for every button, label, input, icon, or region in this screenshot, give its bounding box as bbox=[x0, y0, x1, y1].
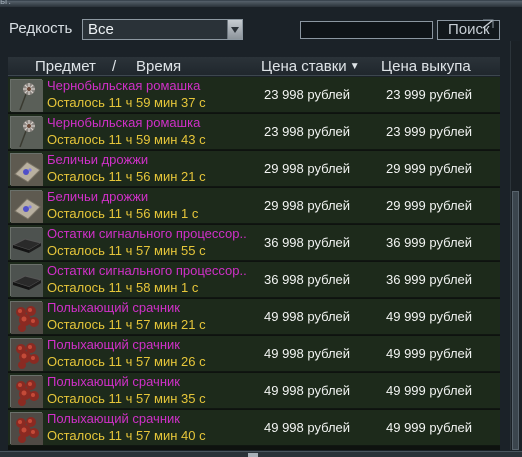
bid-price: 49 998 рублей bbox=[264, 346, 351, 361]
time-remaining: Осталось 11 ч 57 мин 40 с bbox=[47, 428, 206, 443]
resize-grip[interactable] bbox=[248, 453, 258, 457]
item-name[interactable]: Беличьи дрожжи bbox=[47, 152, 148, 167]
item-name[interactable]: Остатки сигнального процессор.. bbox=[47, 263, 247, 278]
buyout-price: 36 999 рублей bbox=[386, 235, 473, 250]
rarity-selected-value: Все bbox=[88, 21, 114, 38]
buyout-price: 23 999 рублей bbox=[386, 87, 473, 102]
item-name[interactable]: Полыхающий срачник bbox=[47, 411, 180, 426]
bid-price: 49 998 рублей bbox=[264, 420, 351, 435]
item-name[interactable]: Беличьи дрожжи bbox=[47, 189, 148, 204]
buyout-price: 49 999 рублей bbox=[386, 383, 473, 398]
close-icon[interactable] bbox=[482, 19, 494, 29]
chamomile-icon bbox=[10, 116, 43, 149]
sort-desc-icon: ▼ bbox=[349, 61, 360, 72]
processor-icon bbox=[10, 227, 43, 260]
bid-price: 29 998 рублей bbox=[264, 198, 351, 213]
item-name[interactable]: Остатки сигнального процессор.. bbox=[47, 226, 247, 241]
bottom-bar bbox=[0, 451, 522, 457]
bramble-icon bbox=[10, 412, 43, 445]
item-name[interactable]: Полыхающий срачник bbox=[47, 300, 180, 315]
bramble-icon bbox=[10, 375, 43, 408]
scrollbar-thumb[interactable] bbox=[512, 191, 519, 450]
column-bid-header[interactable]: Цена ставки ▼ bbox=[261, 58, 360, 75]
buyout-price: 36 999 рублей bbox=[386, 272, 473, 287]
lot-row[interactable]: Остатки сигнального процессор.. Осталось … bbox=[8, 225, 500, 261]
time-remaining: Осталось 11 ч 57 мин 26 с bbox=[47, 354, 206, 369]
time-remaining: Осталось 11 ч 57 мин 21 с bbox=[47, 317, 206, 332]
time-remaining: Осталось 11 ч 56 мин 1 с bbox=[47, 206, 199, 221]
buyout-price: 29 999 рублей bbox=[386, 198, 473, 213]
lot-row[interactable]: Чернобыльская ромашка Осталось 11 ч 59 ми… bbox=[8, 114, 500, 150]
filter-bar: Редкость Все Поиск bbox=[0, 15, 522, 43]
column-item-header[interactable]: Предмет bbox=[35, 58, 96, 75]
lot-row[interactable]: Чернобыльская ромашка Осталось 11 ч 59 ми… bbox=[8, 77, 500, 113]
lot-list: Чернобыльская ромашка Осталось 11 ч 59 ми… bbox=[8, 77, 500, 450]
scrollbar[interactable] bbox=[510, 41, 520, 450]
time-remaining: Осталось 11 ч 57 мин 55 с bbox=[47, 243, 206, 258]
buyout-price: 29 999 рублей bbox=[386, 161, 473, 176]
item-name[interactable]: Чернобыльская ромашка bbox=[47, 115, 200, 130]
auction-window: ы. Редкость Все Поиск Предмет / Время Це… bbox=[0, 0, 522, 457]
bid-price: 36 998 рублей bbox=[264, 272, 351, 287]
chevron-down-icon[interactable] bbox=[227, 20, 242, 39]
window-title: ы. bbox=[0, 0, 12, 7]
time-remaining: Осталось 11 ч 58 мин 1 с bbox=[47, 280, 199, 295]
lot-row[interactable]: Остатки сигнального процессор.. Осталось … bbox=[8, 262, 500, 298]
rarity-dropdown[interactable]: Все bbox=[82, 19, 243, 40]
buyout-price: 49 999 рублей bbox=[386, 309, 473, 324]
item-name[interactable]: Чернобыльская ромашка bbox=[47, 78, 200, 93]
bid-price: 23 998 рублей bbox=[264, 124, 351, 139]
buyout-price: 49 999 рублей bbox=[386, 420, 473, 435]
bid-price: 36 998 рублей bbox=[264, 235, 351, 250]
bramble-icon bbox=[10, 301, 43, 334]
bid-price: 49 998 рублей bbox=[264, 309, 351, 324]
rarity-label: Редкость bbox=[9, 20, 73, 37]
time-remaining: Осталось 11 ч 59 мин 37 с bbox=[47, 95, 206, 110]
yeast-icon bbox=[10, 190, 43, 223]
column-time-header[interactable]: Время bbox=[136, 58, 181, 75]
search-input[interactable] bbox=[300, 21, 433, 39]
lot-row[interactable]: Полыхающий срачник Осталось 11 ч 57 мин 2… bbox=[8, 336, 500, 372]
processor-icon bbox=[10, 264, 43, 297]
yeast-icon bbox=[10, 153, 43, 186]
time-remaining: Осталось 11 ч 56 мин 21 с bbox=[47, 169, 206, 184]
buyout-price: 49 999 рублей bbox=[386, 346, 473, 361]
column-buyout-header[interactable]: Цена выкупа bbox=[381, 58, 471, 75]
lot-row[interactable]: Беличьи дрожжи Осталось 11 ч 56 мин 21 с 2… bbox=[8, 151, 500, 187]
item-name[interactable]: Полыхающий срачник bbox=[47, 337, 180, 352]
bid-price: 29 998 рублей bbox=[264, 161, 351, 176]
bid-price: 23 998 рублей bbox=[264, 87, 351, 102]
lot-row[interactable]: Полыхающий срачник Осталось 11 ч 57 мин 4… bbox=[8, 410, 500, 446]
chamomile-icon bbox=[10, 79, 43, 112]
table-header: Предмет / Время Цена ставки ▼ Цена выкупа bbox=[8, 57, 500, 76]
lot-row[interactable]: Беличьи дрожжи Осталось 11 ч 56 мин 1 с 29… bbox=[8, 188, 500, 224]
item-name[interactable]: Полыхающий срачник bbox=[47, 374, 180, 389]
lot-row[interactable]: Полыхающий срачник Осталось 11 ч 57 мин 2… bbox=[8, 299, 500, 335]
column-bid-label: Цена ставки bbox=[261, 58, 347, 75]
lot-row[interactable]: Полыхающий срачник Осталось 11 ч 57 мин 3… bbox=[8, 373, 500, 409]
time-remaining: Осталось 11 ч 59 мин 43 с bbox=[47, 132, 206, 147]
column-separator: / bbox=[112, 58, 117, 75]
title-bar: ы. bbox=[0, 0, 522, 7]
buyout-price: 23 999 рублей bbox=[386, 124, 473, 139]
bid-price: 49 998 рублей bbox=[264, 383, 351, 398]
bramble-icon bbox=[10, 338, 43, 371]
time-remaining: Осталось 11 ч 57 мин 35 с bbox=[47, 391, 206, 406]
